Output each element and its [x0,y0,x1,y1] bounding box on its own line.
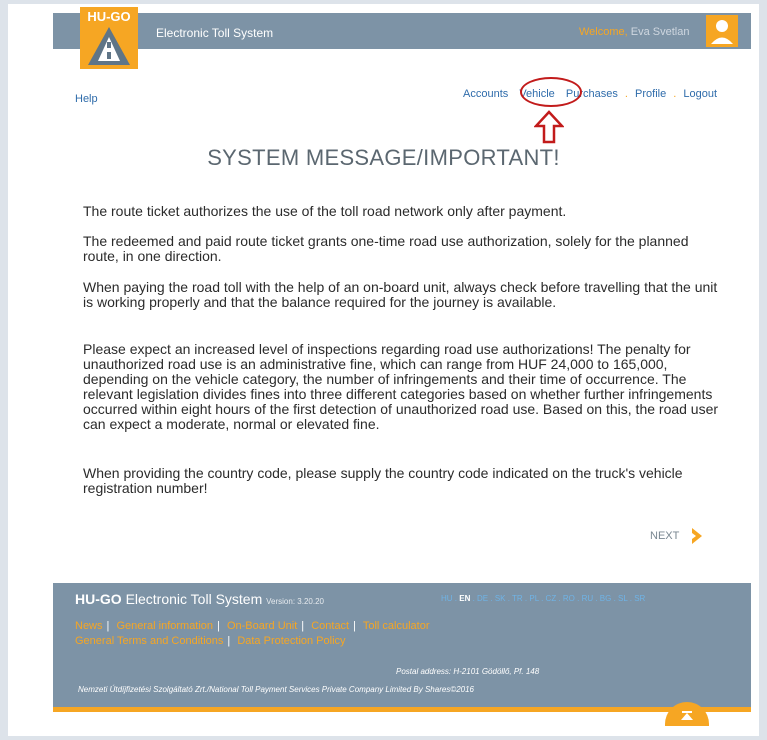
scroll-top-icon [681,711,693,720]
welcome-user-name: Eva Svetlan [630,26,690,38]
lang-sk[interactable]: SK [495,594,506,603]
postal-address: Postal address: H-2101 Gödöllő, Pf. 148 [396,667,540,676]
app-title: Electronic Toll System [156,26,274,40]
lang-pl[interactable]: PL [529,594,539,603]
footer-link-contact[interactable]: Contact [311,620,349,632]
message-paragraph: Please expect an increased level of insp… [83,341,719,432]
lang-ru[interactable]: RU [582,594,594,603]
message-paragraph: When providing the country code, please … [83,465,683,496]
lang-ro[interactable]: RO [563,594,575,603]
chevron-right-icon[interactable] [690,527,704,545]
user-icon[interactable] [706,15,738,47]
lang-sl[interactable]: SL [618,594,628,603]
lang-hu[interactable]: HU [441,594,453,603]
version-label: Version: 3.20.20 [266,597,324,606]
logo-text: HU-GO [87,9,130,24]
lang-sr[interactable]: SR [634,594,645,603]
nav-profile[interactable]: Profile [635,88,666,100]
up-arrow-icon [534,110,564,144]
message-paragraph: The route ticket authorizes the use of t… [83,203,567,219]
footer-link-toll-calculator[interactable]: Toll calculator [363,620,430,632]
help-link[interactable]: Help [75,93,98,105]
nav-separator: . [673,88,677,100]
footer-link-data-protection[interactable]: Data Protection Policy [237,635,345,647]
nav-accounts[interactable]: Accounts [463,88,508,100]
nav-logout[interactable]: Logout [683,88,717,100]
nav-separator: . [624,88,628,100]
highlight-ellipse [520,77,582,107]
lang-en[interactable]: EN [459,594,470,603]
footer-link-terms[interactable]: General Terms and Conditions [75,635,223,647]
lang-de[interactable]: DE [477,594,488,603]
footer-link-news[interactable]: News [75,620,103,632]
footer-link-on-board-unit[interactable]: On-Board Unit [227,620,297,632]
main-nav: Accounts Vehicle Purchases . Profile . L… [463,88,717,100]
next-button[interactable]: NEXT [650,530,679,542]
lang-cz[interactable]: CZ [546,594,557,603]
footer-link-general-information[interactable]: General information [116,620,213,632]
welcome-text: Welcome, Eva Svetlan [579,26,689,38]
footer-accent-strip [53,707,751,712]
language-selector: HU . EN . DE . SK . TR . PL . CZ . RO . … [441,594,646,603]
footer-brand: HU-GO [75,591,122,607]
scroll-top-button[interactable] [665,702,709,726]
lang-bg[interactable]: BG [600,594,612,603]
company-name: Nemzeti Útdíjfizetési Szolgáltató Zrt./N… [78,685,474,694]
lang-tr[interactable]: TR [512,594,523,603]
footer-app-title: Electronic Toll System [125,591,263,607]
footer-links: News | General information | On-Board Unit… [75,620,430,647]
message-paragraph: The redeemed and paid route ticket grant… [83,233,689,264]
welcome-label: Welcome, [579,26,628,38]
footer-title: HU-GO Electronic Toll System Version: 3.… [75,591,324,607]
page-title: SYSTEM MESSAGE/IMPORTANT! [207,145,560,170]
hugo-logo-icon[interactable]: HU-GO [80,7,138,69]
message-paragraph: When paying the road toll with the help … [83,279,718,310]
